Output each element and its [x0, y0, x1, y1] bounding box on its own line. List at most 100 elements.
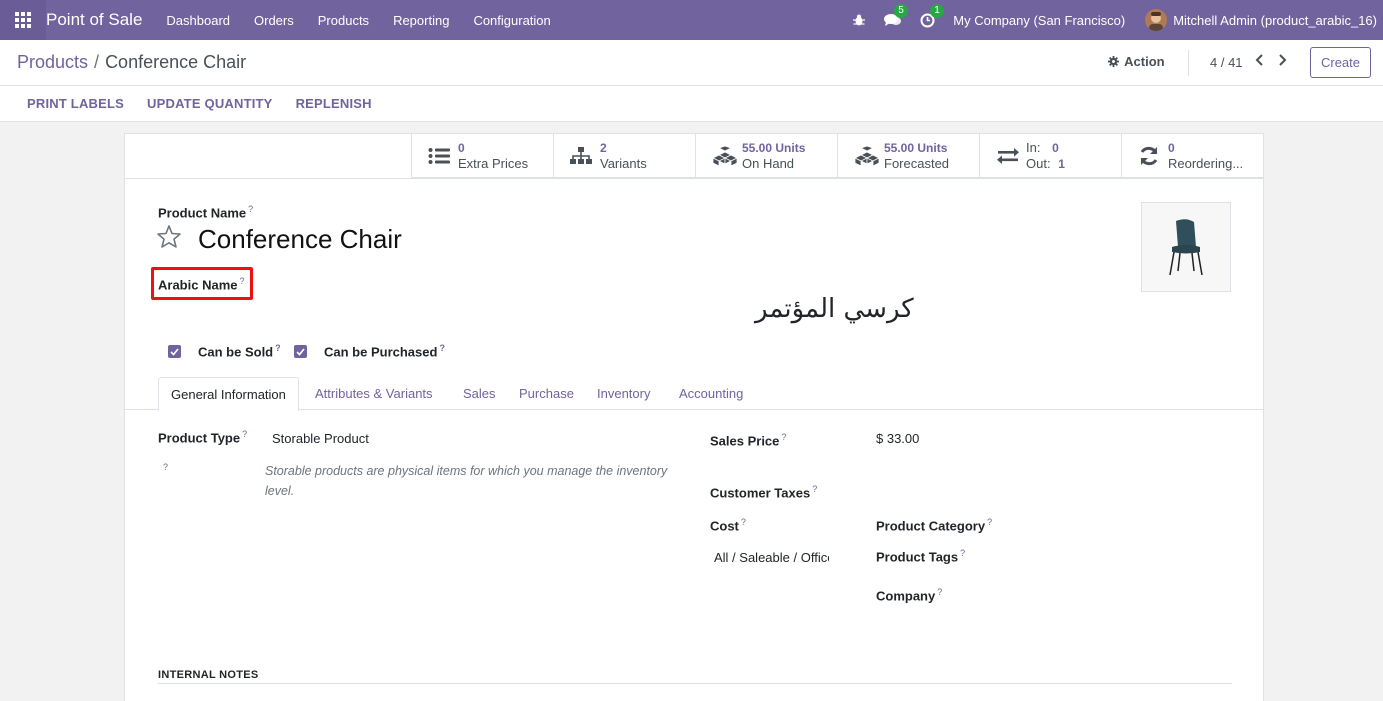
sales-price-field[interactable]: $ 33.00 — [876, 431, 919, 446]
product-category-field[interactable]: All / Saleable / Office Furniture — [714, 550, 829, 565]
breadcrumb-separator: / — [94, 52, 100, 72]
create-button[interactable]: Create — [1310, 47, 1371, 78]
out-value: 1 — [1058, 157, 1065, 171]
can-be-purchased-checkbox[interactable] — [294, 345, 307, 358]
gear-icon — [1108, 56, 1119, 67]
action-label: Action — [1124, 54, 1165, 69]
variants-button[interactable]: 2 Variants — [553, 134, 695, 178]
product-tags-label-row: Product Tags? — [876, 548, 965, 564]
control-panel: Products / Conference Chair Action 4 / 41 … — [0, 40, 1383, 122]
breadcrumb-products-link[interactable]: Products — [17, 52, 88, 72]
in-out-button[interactable]: In: 0 Out: 1 — [979, 134, 1121, 178]
user-menu[interactable]: Mitchell Admin (product_arabic_16) — [1173, 13, 1377, 28]
print-labels-button[interactable]: PRINT LABELS — [27, 96, 124, 111]
menu-configuration[interactable]: Configuration — [461, 13, 562, 28]
help-tooltip[interactable]: ? — [960, 548, 965, 558]
product-name-label: Product Name — [158, 205, 247, 221]
in-label: In: — [1026, 140, 1041, 155]
out-label: Out: — [1026, 156, 1051, 171]
can-be-sold-label[interactable]: Can be Sold — [198, 344, 273, 359]
in-value: 0 — [1052, 141, 1059, 155]
favorite-star-icon[interactable] — [156, 224, 182, 252]
extra-prices-button[interactable]: 0 Extra Prices — [411, 134, 553, 178]
help-tooltip[interactable]: ? — [741, 517, 746, 527]
debug-bug-icon[interactable] — [852, 13, 866, 27]
pager-value[interactable]: 4 / 41 — [1210, 55, 1243, 70]
arabic-name-field[interactable]: كرسي المؤتمر — [755, 294, 914, 324]
can-be-sold-checkbox[interactable] — [168, 345, 181, 358]
avatar[interactable] — [1145, 9, 1168, 31]
top-navbar: Point of Sale Dashboard Orders Products … — [0, 0, 1383, 40]
menu-products[interactable]: Products — [306, 13, 381, 28]
pager-previous-button[interactable] — [1255, 53, 1265, 71]
forecasted-button[interactable]: 55.00 Units Forecasted — [837, 134, 979, 178]
help-tooltip[interactable]: ? — [439, 343, 445, 353]
tab-inventory[interactable]: Inventory — [597, 377, 650, 410]
company-switcher[interactable]: My Company (San Francisco) — [953, 13, 1125, 28]
can-be-sold-label-row: Can be Sold? — [198, 343, 281, 359]
company-label-row: Company? — [876, 587, 942, 603]
product-type-label: Product Type — [158, 430, 241, 446]
menu-reporting[interactable]: Reporting — [381, 13, 461, 28]
arabic-name-label: Arabic Name — [158, 277, 238, 293]
help-tooltip[interactable]: ? — [781, 432, 786, 442]
help-tooltip[interactable]: ? — [987, 517, 992, 527]
tab-sales[interactable]: Sales — [463, 377, 496, 410]
activities-button[interactable]: 1 — [920, 3, 944, 28]
forecasted-label: Forecasted — [884, 156, 950, 171]
help-tooltip[interactable]: ? — [248, 204, 253, 214]
can-be-purchased-label[interactable]: Can be Purchased — [324, 344, 437, 359]
chevron-right-icon — [1279, 54, 1287, 66]
form-sheet: 0 Extra Prices 2 Variants 55.00 Units On Ha… — [124, 133, 1264, 701]
smart-buttons: 0 Extra Prices 2 Variants 55.00 Units On Ha… — [411, 134, 1263, 178]
reordering-button[interactable]: 0 Reordering... — [1121, 134, 1263, 178]
product-type-field[interactable]: Storable Product — [272, 431, 369, 446]
activities-count-badge: 1 — [930, 3, 944, 18]
divider — [158, 683, 1232, 684]
company-label: Company — [876, 588, 936, 604]
apps-menu-button[interactable] — [0, 0, 46, 40]
breadcrumb: Products / Conference Chair — [17, 52, 246, 73]
product-tags-label: Product Tags — [876, 549, 959, 565]
tab-general-information[interactable]: General Information — [158, 377, 299, 411]
action-menu-button[interactable]: Action — [1108, 54, 1165, 69]
product-image[interactable] — [1141, 202, 1231, 292]
messages-count-badge: 5 — [894, 3, 908, 18]
grid-icon — [15, 12, 31, 28]
product-category-label: Product Category — [876, 518, 986, 534]
on-hand-value: 55.00 Units — [742, 141, 806, 155]
replenish-button[interactable]: REPLENISH — [296, 96, 372, 111]
product-category-label-row: Product Category? — [876, 517, 992, 533]
product-type-hint: Storable products are physical items for… — [265, 464, 668, 498]
check-icon — [170, 347, 179, 356]
help-tooltip[interactable]: ? — [242, 429, 247, 439]
tab-attributes-variants[interactable]: Attributes & Variants — [315, 377, 433, 410]
extra-prices-value: 0 — [458, 141, 465, 155]
pager-next-button[interactable] — [1277, 53, 1287, 71]
chair-icon — [1169, 219, 1203, 276]
help-tooltip[interactable]: ? — [275, 343, 281, 353]
update-quantity-button[interactable]: UPDATE QUANTITY — [147, 96, 273, 111]
cost-label: Cost — [710, 518, 739, 534]
cubes-icon — [854, 146, 880, 166]
tab-purchase[interactable]: Purchase — [519, 377, 574, 410]
refresh-icon — [1138, 146, 1164, 166]
help-tooltip[interactable]: ? — [239, 276, 244, 286]
sales-price-label: Sales Price — [710, 433, 780, 449]
sales-price-label-row: Sales Price? — [710, 432, 786, 448]
menu-orders[interactable]: Orders — [242, 13, 306, 28]
exchange-icon — [996, 147, 1022, 165]
help-tooltip[interactable]: ? — [812, 484, 817, 494]
app-name[interactable]: Point of Sale — [46, 10, 154, 30]
tab-accounting[interactable]: Accounting — [679, 377, 743, 410]
forecasted-value: 55.00 Units — [884, 141, 948, 155]
product-name-field[interactable]: Conference Chair — [198, 224, 402, 255]
on-hand-button[interactable]: 55.00 Units On Hand — [695, 134, 837, 178]
help-tooltip[interactable]: ? — [937, 587, 942, 597]
can-be-purchased-label-row: Can be Purchased? — [324, 343, 445, 359]
messaging-button[interactable]: 5 — [884, 3, 908, 28]
variants-label: Variants — [600, 156, 647, 171]
help-tooltip[interactable]: ? — [163, 462, 168, 472]
cost-label-row: Cost? — [710, 517, 746, 533]
menu-dashboard[interactable]: Dashboard — [154, 13, 242, 28]
